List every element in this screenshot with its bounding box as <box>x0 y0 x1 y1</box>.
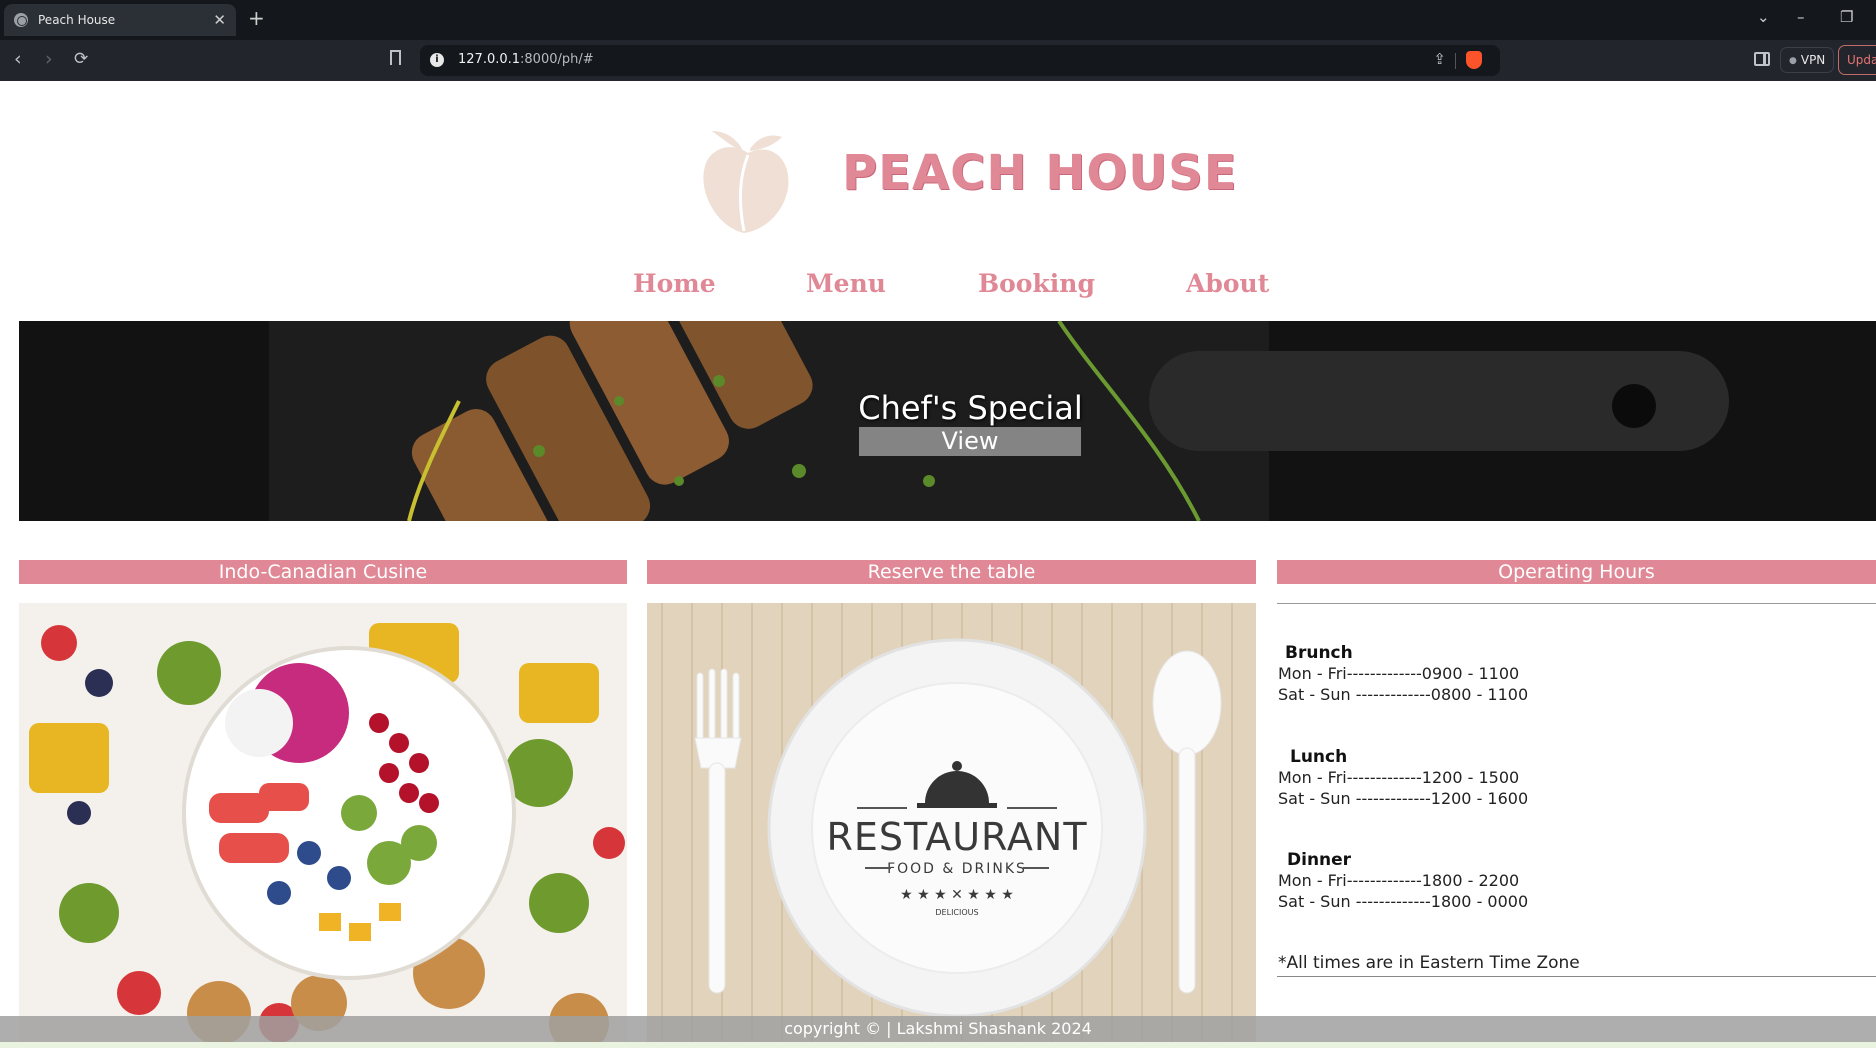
hours-divider-bottom <box>1277 976 1876 977</box>
plate-brand-text: RESTAURANT <box>826 815 1087 859</box>
reload-icon[interactable]: ⟳ <box>74 49 88 69</box>
site-info-icon[interactable]: i <box>430 53 444 67</box>
fruit-bowl-image <box>19 603 627 1048</box>
brand-title: PEACH HOUSE <box>842 145 1238 201</box>
address-url[interactable]: 127.0.0.1:8000/ph/# <box>458 52 594 67</box>
browser-tab[interactable]: Peach House ✕ <box>4 4 236 36</box>
footer-copyright: copyright © | Lakshmi Shashank 2024 <box>0 1016 1876 1042</box>
brunch-weekend: Sat - Sun -------------0800 - 1100 <box>1278 685 1529 704</box>
nav-menu[interactable]: Menu <box>806 269 886 298</box>
new-tab-button[interactable]: + <box>248 6 265 30</box>
hero-view-button[interactable]: View <box>859 427 1081 456</box>
peach-logo-icon <box>703 131 789 233</box>
hours-divider-top <box>1277 603 1876 604</box>
nav-about[interactable]: About <box>1186 269 1269 298</box>
tab-search-chevron-icon[interactable]: ⌄ <box>1757 8 1770 26</box>
bookmark-icon[interactable] <box>390 50 401 65</box>
minimize-window-icon[interactable]: – <box>1797 8 1805 26</box>
hero-title: Chef's Special <box>858 389 1083 427</box>
sidebar-toggle-icon[interactable] <box>1754 52 1770 66</box>
lunch-weekday: Mon - Fri-------------1200 - 1500 <box>1278 768 1520 787</box>
page-content: PEACH HOUSE Home Menu Booking About Chef… <box>0 81 1876 1048</box>
restaurant-plate-image: RESTAURANT FOOD & DRINKS ★ ★ ★ ✕ ★ ★ ★ D… <box>647 603 1256 1048</box>
vpn-button[interactable]: VPN <box>1780 47 1835 73</box>
plate-tag-text: DELICIOUS <box>935 908 978 917</box>
share-icon[interactable]: ⇪ <box>1433 50 1446 68</box>
back-arrow-icon[interactable]: ‹ <box>14 48 22 70</box>
address-bar[interactable]: i 127.0.0.1:8000/ph/# ⇪ <box>420 45 1500 76</box>
main-nav: Home Menu Booking About <box>0 269 1876 309</box>
tab-title: Peach House <box>38 13 116 27</box>
cuisine-header: Indo-Canadian Cusine <box>19 560 627 584</box>
reserve-header: Reserve the table <box>647 560 1256 584</box>
hero-banner: Chef's Special View <box>19 321 1876 521</box>
update-button[interactable]: Update <box>1838 45 1876 75</box>
brunch-weekday: Mon - Fri-------------0900 - 1100 <box>1278 664 1520 683</box>
dinner-weekend: Sat - Sun -------------1800 - 0000 <box>1278 892 1529 911</box>
browser-tab-strip: Peach House ✕ + ⌄ – ❐ <box>0 0 1876 40</box>
hours-header: Operating Hours <box>1277 560 1876 584</box>
site-favicon-icon <box>14 13 28 27</box>
bottom-strip <box>0 1042 1876 1048</box>
cuisine-image[interactable] <box>19 603 627 1048</box>
timezone-note: *All times are in Eastern Time Zone <box>1278 953 1580 973</box>
address-divider <box>1455 53 1456 69</box>
nav-booking[interactable]: Booking <box>978 269 1095 298</box>
tab-close-icon[interactable]: ✕ <box>213 11 226 29</box>
brave-shields-icon[interactable] <box>1466 51 1482 69</box>
restore-window-icon[interactable]: ❐ <box>1840 8 1853 26</box>
nav-home[interactable]: Home <box>633 269 716 298</box>
lunch-title: Lunch <box>1290 747 1348 767</box>
lunch-weekend: Sat - Sun -------------1200 - 1600 <box>1278 789 1529 808</box>
plate-sub-text: FOOD & DRINKS <box>887 861 1027 877</box>
reserve-table-image[interactable]: RESTAURANT FOOD & DRINKS ★ ★ ★ ✕ ★ ★ ★ D… <box>647 603 1256 1048</box>
browser-toolbar: ‹ › ⟳ i 127.0.0.1:8000/ph/# ⇪ VPN Update <box>0 40 1876 81</box>
brunch-title: Brunch <box>1285 643 1353 663</box>
forward-arrow-icon[interactable]: › <box>45 48 53 70</box>
plate-stars-icon: ★ ★ ★ ✕ ★ ★ ★ <box>900 887 1014 903</box>
dinner-title: Dinner <box>1287 850 1352 870</box>
dinner-weekday: Mon - Fri-------------1800 - 2200 <box>1278 871 1520 890</box>
